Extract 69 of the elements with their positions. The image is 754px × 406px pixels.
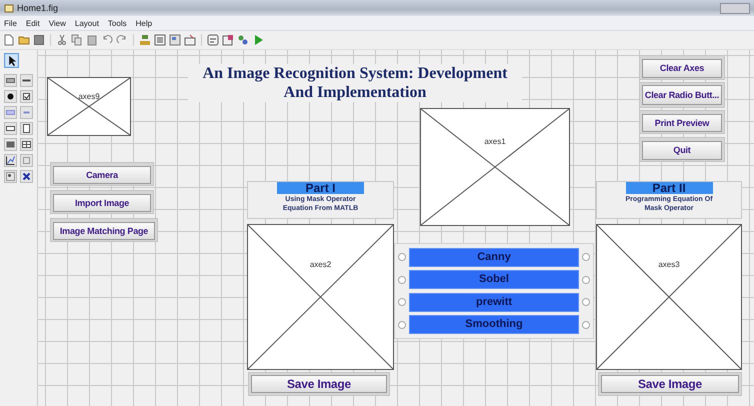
push-button[interactable]: Clear Radio Butt... [642, 85, 722, 105]
axes-placeholder[interactable]: axes3 [596, 224, 742, 370]
align-icon[interactable] [139, 34, 151, 46]
menu-item[interactable]: Layout [74, 18, 99, 28]
listbox-icon[interactable] [20, 122, 33, 135]
new-file-icon[interactable] [3, 34, 15, 46]
push-button[interactable]: Quit [642, 140, 722, 160]
cut-icon[interactable] [56, 34, 68, 46]
axes-placeholder[interactable]: axes9 [47, 77, 131, 136]
push-button[interactable]: Image Matching Page [53, 222, 155, 240]
app-icon [4, 4, 14, 12]
toolbar-editor-icon[interactable] [184, 34, 196, 46]
axes-placeholder[interactable]: axes1 [420, 108, 570, 226]
push-button[interactable]: Clear Axes [642, 58, 722, 78]
radio-button[interactable] [398, 320, 406, 329]
button-group-icon[interactable] [4, 170, 17, 183]
run-icon[interactable] [252, 34, 264, 46]
activex-icon[interactable] [20, 170, 33, 183]
radio-button[interactable] [582, 253, 590, 262]
menu-item[interactable]: Tools [108, 18, 127, 28]
popup-icon[interactable] [4, 122, 17, 135]
window-title: Home1.fig [17, 3, 58, 13]
radio-button[interactable] [582, 298, 590, 306]
paste-icon[interactable] [86, 34, 98, 46]
menu-editor-icon[interactable] [154, 34, 166, 46]
radio-button[interactable] [582, 320, 590, 329]
push-button-icon[interactable] [4, 74, 17, 87]
table-icon[interactable] [20, 138, 33, 151]
push-button[interactable]: Import Image [53, 194, 151, 212]
heading-text: An Image Recognition System: Development And Implementation [188, 64, 522, 102]
push-button[interactable]: Camera [53, 166, 151, 184]
option-label: Sobel [409, 270, 579, 290]
editor-icon[interactable] [207, 34, 219, 46]
toggle-icon[interactable] [4, 138, 17, 151]
push-button[interactable]: Print Preview [642, 114, 722, 132]
part-heading: Part II [626, 182, 712, 194]
redo-icon[interactable] [116, 34, 128, 46]
radio-button[interactable] [398, 276, 406, 284]
push-button[interactable]: Save Image [251, 375, 387, 393]
save-icon[interactable] [33, 34, 45, 46]
part-heading: Part I [277, 182, 364, 194]
option-label: Canny [409, 248, 579, 267]
menu-item[interactable]: Help [136, 18, 152, 28]
radio-button[interactable] [398, 298, 406, 306]
axes-label: axes2 [308, 260, 332, 269]
menu-item[interactable]: File [4, 18, 17, 28]
window-controls[interactable] [720, 2, 750, 14]
axes-label: axes1 [483, 136, 507, 146]
radio-icon[interactable] [4, 90, 17, 103]
undo-icon[interactable] [101, 34, 113, 46]
pointer-icon[interactable] [4, 53, 19, 68]
inspector-icon[interactable] [222, 34, 234, 46]
browser-icon[interactable] [237, 34, 249, 46]
axes-placeholder[interactable]: axes2 [247, 224, 394, 370]
axes-label: axes3 [657, 260, 681, 269]
axes-label: axes9 [77, 92, 101, 101]
radio-button[interactable] [582, 276, 590, 284]
radio-button[interactable] [398, 253, 406, 262]
menu-item[interactable]: View [48, 18, 66, 28]
slider-icon[interactable] [20, 74, 33, 87]
option-label: prewitt [409, 292, 579, 312]
copy-icon[interactable] [71, 34, 83, 46]
tab-order-icon[interactable] [169, 34, 181, 46]
push-button[interactable]: Save Image [601, 375, 739, 393]
menu-item[interactable]: Edit [26, 18, 40, 28]
axes-icon[interactable] [4, 154, 17, 167]
folder-icon[interactable] [18, 34, 30, 46]
option-label: Smoothing [409, 315, 579, 334]
checkbox-icon[interactable] [20, 90, 33, 103]
